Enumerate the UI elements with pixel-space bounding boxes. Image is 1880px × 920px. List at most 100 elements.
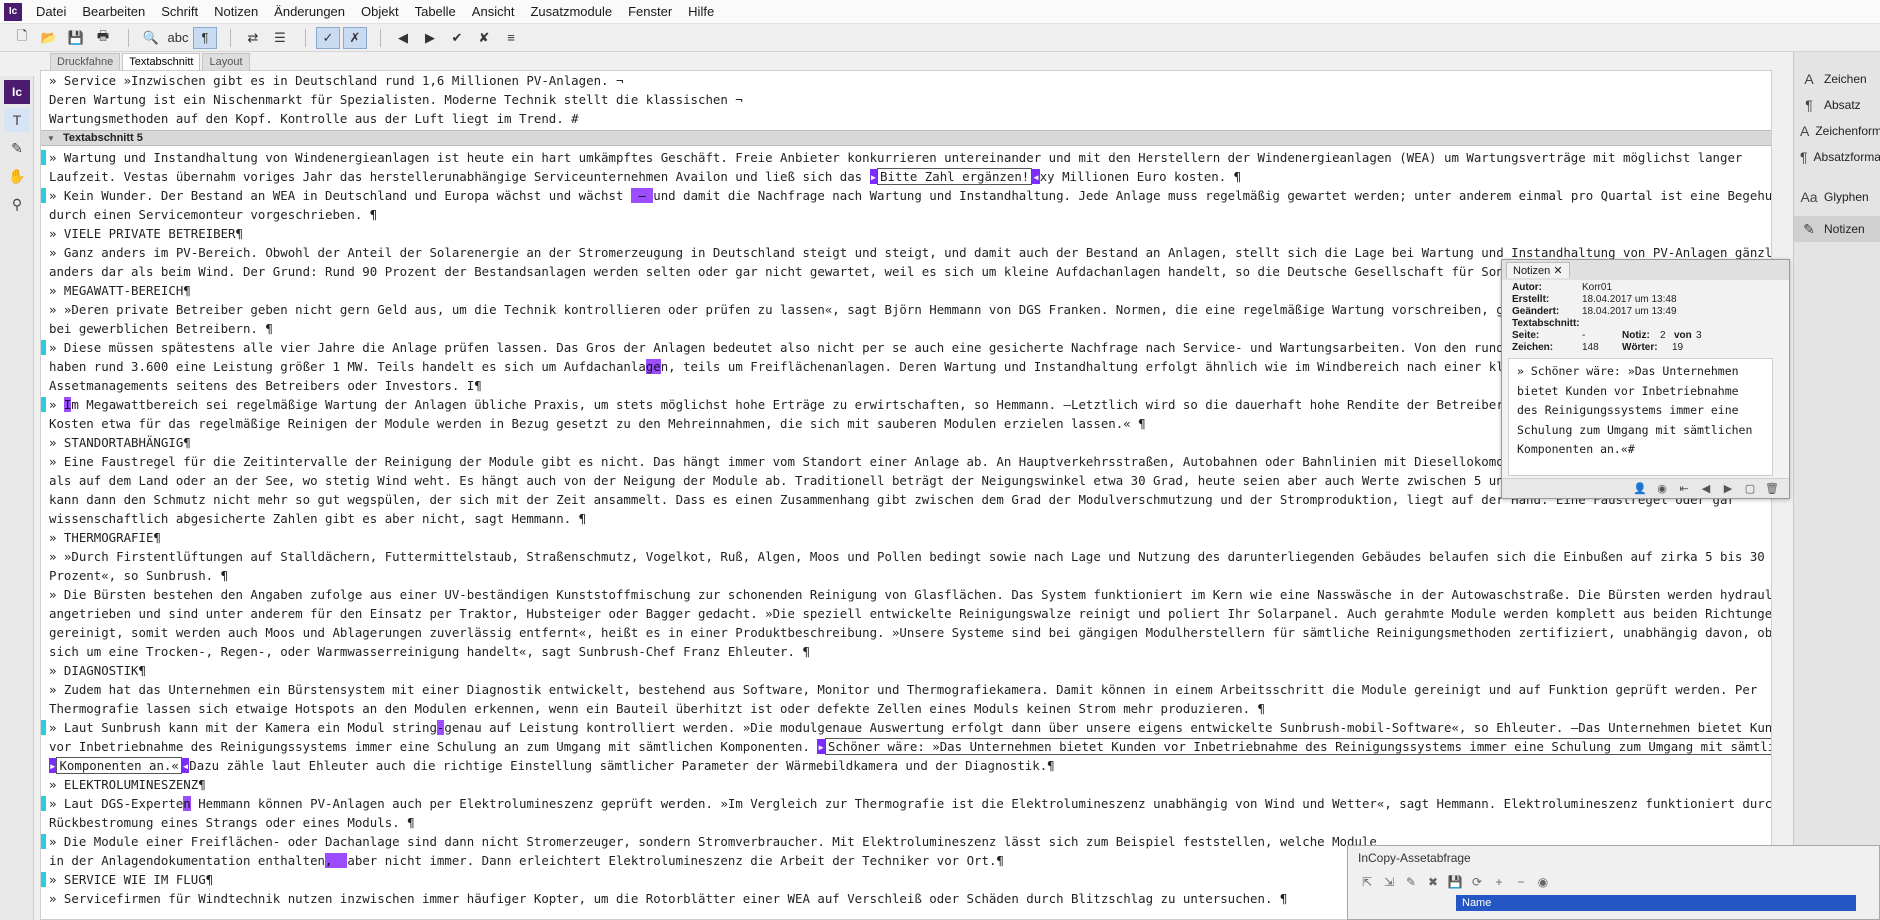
view-icon[interactable]: ◉ bbox=[1532, 875, 1554, 889]
next-note-icon[interactable]: ▶ bbox=[1717, 482, 1739, 495]
eye-icon[interactable]: ◉ bbox=[1651, 482, 1673, 495]
more-icon[interactable]: ≡ bbox=[499, 27, 523, 49]
text-line[interactable]: » Wartung und Instandhaltung von Windene… bbox=[41, 148, 1771, 167]
spellcheck-icon[interactable]: abc bbox=[166, 27, 190, 49]
text-line[interactable]: Prozent«, so Sunbrush. ¶ bbox=[41, 566, 1771, 585]
inline-note[interactable]: Bitte Zahl ergänzen! bbox=[877, 168, 1033, 185]
check-in-icon[interactable]: ⇲ bbox=[1378, 875, 1400, 889]
check-out-icon[interactable]: ⇱ bbox=[1356, 875, 1378, 889]
print-icon[interactable]: 🖶 bbox=[91, 27, 115, 49]
pilcrow-icon[interactable]: ¶ bbox=[193, 26, 217, 49]
accept-change-icon[interactable]: ✓ bbox=[316, 26, 340, 49]
text-line[interactable]: vor Inbetriebnahme des Reinigungssystems… bbox=[41, 737, 1771, 756]
reject-all-icon[interactable]: ✘ bbox=[472, 27, 496, 49]
menu-icon[interactable]: ☰ bbox=[268, 27, 292, 49]
panel-zeichenformate[interactable]: A Zeichenformate bbox=[1794, 118, 1880, 144]
menu-zusatzmodule[interactable]: Zusatzmodule bbox=[522, 1, 620, 23]
text-line[interactable]: gereinigt, somit werden auch Moos und Ab… bbox=[41, 623, 1771, 642]
tracked-change[interactable]: ge bbox=[645, 359, 661, 374]
new-note-icon[interactable]: ▢ bbox=[1739, 482, 1761, 495]
text-line[interactable]: » Service »Inzwischen gibt es in Deutsch… bbox=[41, 71, 1771, 90]
text-line[interactable]: sich um eine Trocken-, Regen-, oder Warm… bbox=[41, 642, 1771, 661]
save-icon[interactable]: 💾 bbox=[64, 27, 88, 49]
menu-ansicht[interactable]: Ansicht bbox=[464, 1, 523, 23]
panel-absatzformate[interactable]: ¶ Absatzformate bbox=[1794, 144, 1880, 170]
note-anchor-icon[interactable]: ◂ bbox=[1032, 169, 1040, 184]
text-line[interactable]: Rückbestromung eines Strangs oder eines … bbox=[41, 813, 1771, 832]
menu-objekt[interactable]: Objekt bbox=[353, 1, 407, 23]
inline-note[interactable]: Schöner wäre: »Das Unternehmen bietet Ku… bbox=[824, 738, 1771, 755]
edit-icon[interactable]: ✎ bbox=[1400, 875, 1422, 889]
menu-notizen[interactable]: Notizen bbox=[206, 1, 266, 23]
split-note-icon[interactable]: ⇤ bbox=[1673, 482, 1695, 495]
text-line[interactable]: Deren Wartung ist ein Nischenmarkt für S… bbox=[41, 90, 1771, 109]
line-text: » Zudem hat das Unternehmen ein Bürstens… bbox=[49, 682, 1758, 697]
zoom-tool-icon[interactable]: ⚲ bbox=[4, 192, 30, 216]
text-line[interactable]: » Die Bürsten bestehen den Angaben zufol… bbox=[41, 585, 1771, 604]
text-line[interactable]: durch einen Servicemonteur vorgeschriebe… bbox=[41, 205, 1771, 224]
menu-datei[interactable]: Datei bbox=[28, 1, 74, 23]
close-icon[interactable]: ✕ bbox=[1553, 265, 1562, 277]
tracked-change[interactable]: , bbox=[325, 853, 348, 868]
text-line[interactable]: » Laut DGS-Experten Hemmann können PV-An… bbox=[41, 794, 1771, 813]
text-line[interactable]: » Kein Wunder. Der Bestand an WEA in Deu… bbox=[41, 186, 1771, 205]
panel-absatz[interactable]: ¶ Absatz bbox=[1794, 92, 1880, 118]
text-line[interactable]: Thermografie lassen sich etwaige Hotspot… bbox=[41, 699, 1771, 718]
menu-fenster[interactable]: Fenster bbox=[620, 1, 680, 23]
accept-all-icon[interactable]: ✔ bbox=[445, 27, 469, 49]
next-change-icon[interactable]: ▶ bbox=[418, 27, 442, 49]
menu-hilfe[interactable]: Hilfe bbox=[680, 1, 722, 23]
text-line[interactable]: wissenschaftlich abgesicherte Zahlen gib… bbox=[41, 509, 1771, 528]
panel-zeichen[interactable]: A Zeichen bbox=[1794, 66, 1880, 92]
notes-tab[interactable]: Notizen ✕ bbox=[1506, 262, 1570, 278]
tab-layout[interactable]: Layout bbox=[202, 53, 250, 71]
text-line[interactable]: ▸ Komponenten an.« ◂Dazu zähle laut Ehleut… bbox=[41, 756, 1771, 775]
inline-note[interactable]: Komponenten an.« bbox=[56, 757, 182, 774]
tab-textabschnitt[interactable]: Textabschnitt bbox=[122, 53, 201, 71]
menu-tabelle[interactable]: Tabelle bbox=[407, 1, 464, 23]
menu-änderungen[interactable]: Änderungen bbox=[266, 1, 353, 23]
story-section-header[interactable]: Textabschnitt 5 bbox=[41, 130, 1771, 146]
user-icon[interactable]: 👤 bbox=[1629, 482, 1651, 495]
text-line[interactable]: » »Durch Firstentlüftungen auf Stalldäch… bbox=[41, 547, 1771, 566]
tracked-change[interactable]: n bbox=[183, 796, 191, 811]
text-line[interactable]: » ELEKTROLUMINESZENZ¶ bbox=[41, 775, 1771, 794]
prev-change-icon[interactable]: ◀ bbox=[391, 27, 415, 49]
line-text: Assetmanagements seitens des Betreibers … bbox=[49, 378, 482, 393]
panel-notizen[interactable]: ✎ Notizen bbox=[1794, 216, 1880, 242]
reject-change-icon[interactable]: ✗ bbox=[343, 26, 367, 49]
text-line[interactable]: Wartungsmethoden auf den Kopf. Kontrolle… bbox=[41, 109, 1771, 128]
delete-note-icon[interactable]: 🗑 bbox=[1761, 482, 1783, 495]
remove-icon[interactable]: − bbox=[1510, 875, 1532, 889]
text-line[interactable]: » DIAGNOSTIK¶ bbox=[41, 661, 1771, 680]
panel-glyphen[interactable]: Aa Glyphen bbox=[1794, 184, 1880, 210]
note-text[interactable]: » Schöner wäre: »Das Unternehmen bietet … bbox=[1508, 358, 1773, 476]
note-tool-icon[interactable]: ✎ bbox=[4, 136, 30, 160]
track-changes-icon[interactable]: ⇄ bbox=[241, 27, 265, 49]
new-doc-icon[interactable]: 🗋 bbox=[10, 27, 34, 49]
line-text: » STANDORTABHÄNGIG¶ bbox=[49, 435, 191, 450]
tab-druckfahne[interactable]: Druckfahne bbox=[50, 53, 121, 71]
save-asset-icon[interactable]: 💾 bbox=[1444, 875, 1466, 889]
update-icon[interactable]: ⟳ bbox=[1466, 875, 1488, 889]
note-anchor-icon[interactable]: ▸ bbox=[817, 739, 825, 754]
name-column-header[interactable]: Name bbox=[1456, 895, 1856, 911]
menu-bearbeiten[interactable]: Bearbeiten bbox=[74, 1, 153, 23]
prev-note-icon[interactable]: ◀ bbox=[1695, 482, 1717, 495]
text-line[interactable]: » Laut Sunbrush kann mit der Kamera ein … bbox=[41, 718, 1771, 737]
text-line[interactable]: Laufzeit. Vestas übernahm voriges Jahr d… bbox=[41, 167, 1771, 186]
text-line[interactable]: angetrieben und sind unter anderem für d… bbox=[41, 604, 1771, 623]
note-anchor-icon[interactable]: ▸ bbox=[869, 169, 878, 184]
open-icon[interactable]: 📂 bbox=[37, 27, 61, 49]
find-icon[interactable]: 🔍 bbox=[139, 27, 163, 49]
text-line[interactable]: » Zudem hat das Unternehmen ein Bürstens… bbox=[41, 680, 1771, 699]
tracked-change[interactable]: — bbox=[630, 188, 654, 203]
type-tool-icon[interactable]: T bbox=[4, 108, 30, 132]
hand-tool-icon[interactable]: ✋ bbox=[4, 164, 30, 188]
text-line[interactable]: » THERMOGRAFIE¶ bbox=[41, 528, 1771, 547]
add-icon[interactable]: + bbox=[1488, 875, 1510, 889]
asset-column-header-row: Name bbox=[1348, 894, 1879, 912]
discard-icon[interactable]: ✖ bbox=[1422, 875, 1444, 889]
menu-schrift[interactable]: Schrift bbox=[153, 1, 206, 23]
text-line[interactable]: » VIELE PRIVATE BETREIBER¶ bbox=[41, 224, 1771, 243]
